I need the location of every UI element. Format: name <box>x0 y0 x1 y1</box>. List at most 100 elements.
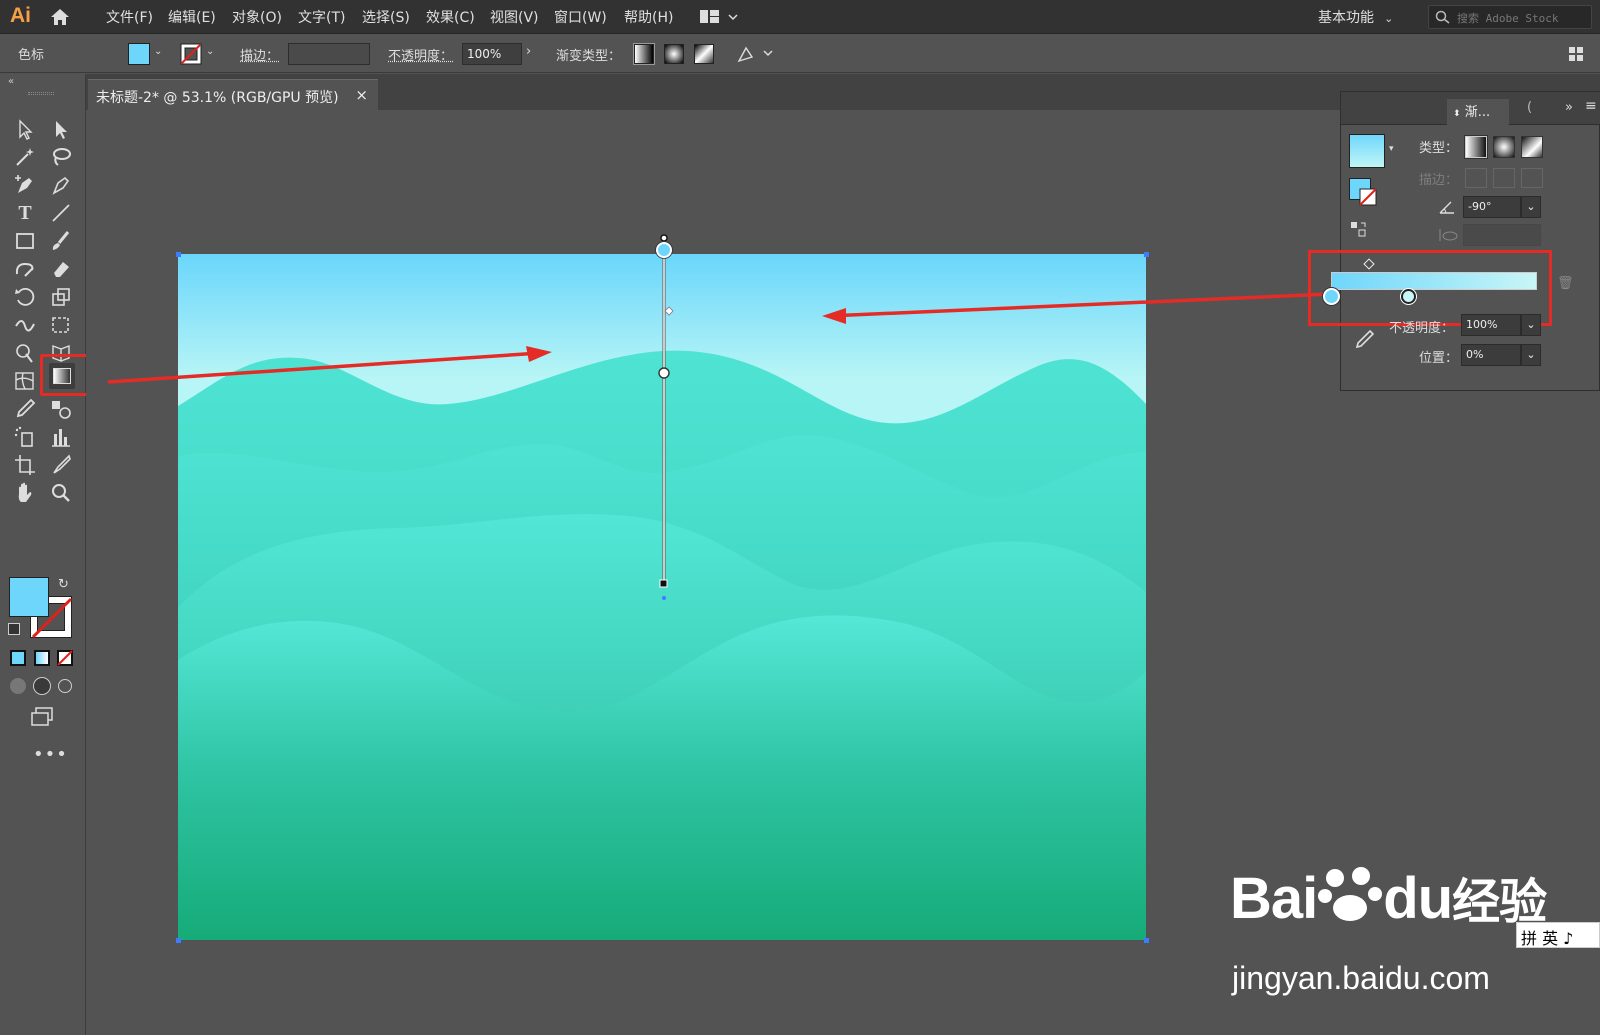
artboard-tool-icon[interactable] <box>12 452 38 478</box>
artboard-corner-handle[interactable] <box>1144 252 1149 257</box>
width-tool-icon[interactable] <box>12 312 38 338</box>
eyedropper-icon[interactable] <box>12 396 38 422</box>
ime-status-bar[interactable]: 拼 英 ♪ <box>1516 922 1600 948</box>
panel-eyedropper-icon[interactable] <box>1353 328 1375 350</box>
line-tool-icon[interactable] <box>48 200 74 226</box>
shape-builder-icon[interactable] <box>12 340 38 366</box>
baidu-logo-part-a: Bai <box>1230 866 1317 931</box>
stroke-dropdown-icon[interactable]: ⌄ <box>206 46 214 57</box>
menu-select[interactable]: 选择(S) <box>362 7 410 27</box>
radial-gradient-button[interactable] <box>664 44 684 64</box>
stop-position-dropdown-icon[interactable]: ⌄ <box>1521 344 1541 366</box>
menu-object[interactable]: 对象(O) <box>232 7 282 27</box>
rotate-tool-icon[interactable] <box>12 284 38 310</box>
stop-opacity-field[interactable]: 100% <box>1461 314 1521 336</box>
workspace-switcher[interactable]: 基本功能 ⌄ <box>1318 7 1408 27</box>
angle-dropdown-icon[interactable]: ⌄ <box>1521 196 1541 218</box>
menu-window[interactable]: 窗口(W) <box>554 7 607 27</box>
recolor-artwork-icon[interactable] <box>736 45 776 63</box>
opacity-label[interactable]: 不透明度： <box>388 45 453 64</box>
toolbar-grip[interactable] <box>28 92 54 95</box>
gradient-panel-tab[interactable]: ⬍ 渐... <box>1447 99 1509 125</box>
stroke-label[interactable]: 描边： <box>240 45 279 64</box>
draw-normal-icon[interactable] <box>10 678 26 694</box>
screen-mode-icon[interactable] <box>30 706 56 728</box>
menu-view[interactable]: 视图(V) <box>490 7 539 27</box>
selection-tool-icon[interactable] <box>12 116 38 142</box>
hand-tool-icon[interactable] <box>12 480 38 506</box>
curvature-tool-icon[interactable] <box>48 172 74 198</box>
panel-radial-gradient-button[interactable] <box>1493 136 1515 158</box>
panel-linear-gradient-button[interactable] <box>1465 136 1487 158</box>
more-tools-icon[interactable]: ••• <box>33 744 68 765</box>
home-icon[interactable] <box>50 8 70 26</box>
draw-inside-icon[interactable] <box>58 679 72 693</box>
panel-tab-next[interactable]: ( <box>1527 100 1532 115</box>
delete-stop-icon[interactable]: 🗑 <box>1557 276 1574 291</box>
gradient-stop-start[interactable] <box>1323 288 1340 305</box>
opacity-field[interactable]: 100% <box>462 43 522 65</box>
panel-freeform-gradient-button[interactable] <box>1521 136 1543 158</box>
gradient-annotator[interactable] <box>650 234 680 604</box>
swap-colors-icon[interactable]: ↻ <box>58 577 69 592</box>
fill-dropdown-icon[interactable]: ⌄ <box>154 46 162 57</box>
blend-tool-icon[interactable] <box>48 396 74 422</box>
eraser-icon[interactable] <box>48 256 74 282</box>
linear-gradient-button[interactable] <box>634 44 654 64</box>
stroke-weight-field[interactable] <box>288 43 370 65</box>
artboard-corner-handle[interactable] <box>176 938 181 943</box>
magic-wand-icon[interactable] <box>12 144 38 170</box>
free-transform-icon[interactable] <box>48 312 74 338</box>
column-graph-icon[interactable] <box>48 424 74 450</box>
paintbrush-icon[interactable] <box>48 228 74 254</box>
menu-type[interactable]: 文字(T) <box>298 7 345 27</box>
color-mode-button[interactable] <box>10 650 26 666</box>
stroke-none-swatch[interactable] <box>180 43 202 65</box>
menu-effect[interactable]: 效果(C) <box>426 7 475 27</box>
menu-bar: Ai 文件(F) 编辑(E) 对象(O) 文字(T) 选择(S) 效果(C) 视… <box>0 0 1600 34</box>
gradient-preview-swatch[interactable] <box>1349 134 1385 168</box>
angle-field[interactable]: -90° <box>1463 196 1521 218</box>
menu-edit[interactable]: 编辑(E) <box>168 7 216 27</box>
search-stock-input[interactable]: 搜索 Adobe Stock <box>1428 5 1592 29</box>
stop-opacity-dropdown-icon[interactable]: ⌄ <box>1521 314 1541 336</box>
close-tab-icon[interactable]: × <box>355 86 368 104</box>
collapse-toolbar-icon[interactable]: « <box>8 76 14 87</box>
baidu-url: jingyan.baidu.com <box>1232 960 1490 997</box>
symbol-sprayer-icon[interactable] <box>12 424 38 450</box>
stop-position-field[interactable]: 0% <box>1461 344 1521 366</box>
gradient-tool-button[interactable] <box>49 363 75 389</box>
gradient-preset-dropdown-icon[interactable]: ▾ <box>1389 144 1394 154</box>
panel-menu-icon[interactable]: ≡ <box>1585 98 1597 114</box>
menu-help[interactable]: 帮助(H) <box>624 7 673 27</box>
fill-color-box[interactable] <box>9 577 49 617</box>
shaper-tool-icon[interactable] <box>12 256 38 282</box>
chevron-right-icon[interactable]: › <box>526 44 531 59</box>
reverse-gradient-icon[interactable] <box>1349 220 1369 238</box>
panel-grid-icon[interactable] <box>1568 46 1584 62</box>
gradient-mode-button[interactable] <box>34 650 50 666</box>
scale-tool-icon[interactable] <box>48 284 74 310</box>
artboard-corner-handle[interactable] <box>1144 938 1149 943</box>
lasso-icon[interactable] <box>48 144 74 170</box>
type-tool-icon[interactable]: T <box>12 200 38 226</box>
artboard-corner-handle[interactable] <box>176 252 181 257</box>
panel-stroke-box[interactable] <box>1359 188 1377 206</box>
default-colors-icon[interactable] <box>8 623 20 635</box>
fill-swatch[interactable] <box>128 43 150 65</box>
arrange-documents-icon[interactable] <box>700 9 740 25</box>
menu-file[interactable]: 文件(F) <box>106 7 153 27</box>
expand-panel-icon[interactable]: » <box>1565 100 1573 115</box>
slice-tool-icon[interactable] <box>48 452 74 478</box>
mesh-tool-icon[interactable] <box>12 368 38 394</box>
freeform-gradient-button[interactable] <box>694 44 714 64</box>
pen-tool-icon[interactable] <box>12 172 38 198</box>
document-tab[interactable]: 未标题-2* @ 53.1% (RGB/GPU 预览) × <box>88 79 378 111</box>
zoom-tool-icon[interactable] <box>48 480 74 506</box>
direct-selection-tool-icon[interactable] <box>48 116 74 142</box>
gradient-stop-end[interactable] <box>1401 289 1416 304</box>
draw-behind-icon[interactable] <box>33 677 51 695</box>
rectangle-tool-icon[interactable] <box>12 228 38 254</box>
none-mode-button[interactable] <box>57 650 73 666</box>
gradient-slider[interactable] <box>1331 272 1537 290</box>
